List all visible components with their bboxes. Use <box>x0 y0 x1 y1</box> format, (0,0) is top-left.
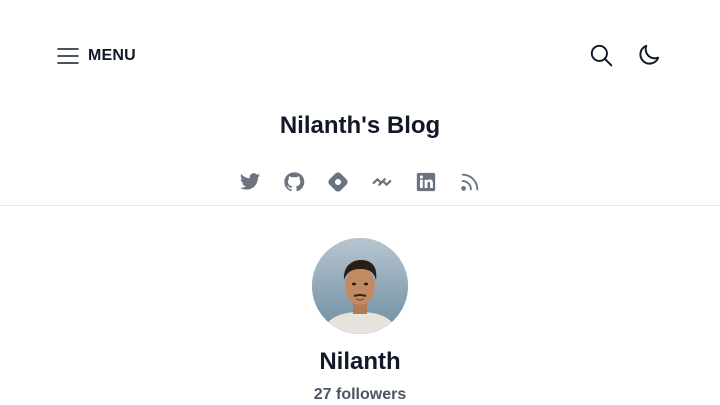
blog-header: MENU Nilanth's Blog <box>0 0 720 206</box>
github-icon[interactable] <box>282 170 306 194</box>
rss-icon[interactable] <box>458 170 482 194</box>
moon-icon[interactable] <box>636 42 662 68</box>
menu-button[interactable]: MENU <box>56 44 136 68</box>
devto-icon[interactable] <box>370 170 394 194</box>
hashnode-icon[interactable] <box>326 170 350 194</box>
hamburger-icon <box>56 44 80 68</box>
blog-title[interactable]: Nilanth's Blog <box>0 112 720 140</box>
followers-count[interactable]: 27 followers <box>314 386 406 404</box>
menu-label: MENU <box>88 47 136 64</box>
header-actions <box>588 42 662 68</box>
author-profile: Nilanth 27 followers <box>0 238 720 404</box>
avatar[interactable] <box>312 238 408 334</box>
author-name[interactable]: Nilanth <box>319 348 400 376</box>
search-icon[interactable] <box>588 42 614 68</box>
social-links <box>0 170 720 194</box>
linkedin-icon[interactable] <box>414 170 438 194</box>
twitter-icon[interactable] <box>238 170 262 194</box>
